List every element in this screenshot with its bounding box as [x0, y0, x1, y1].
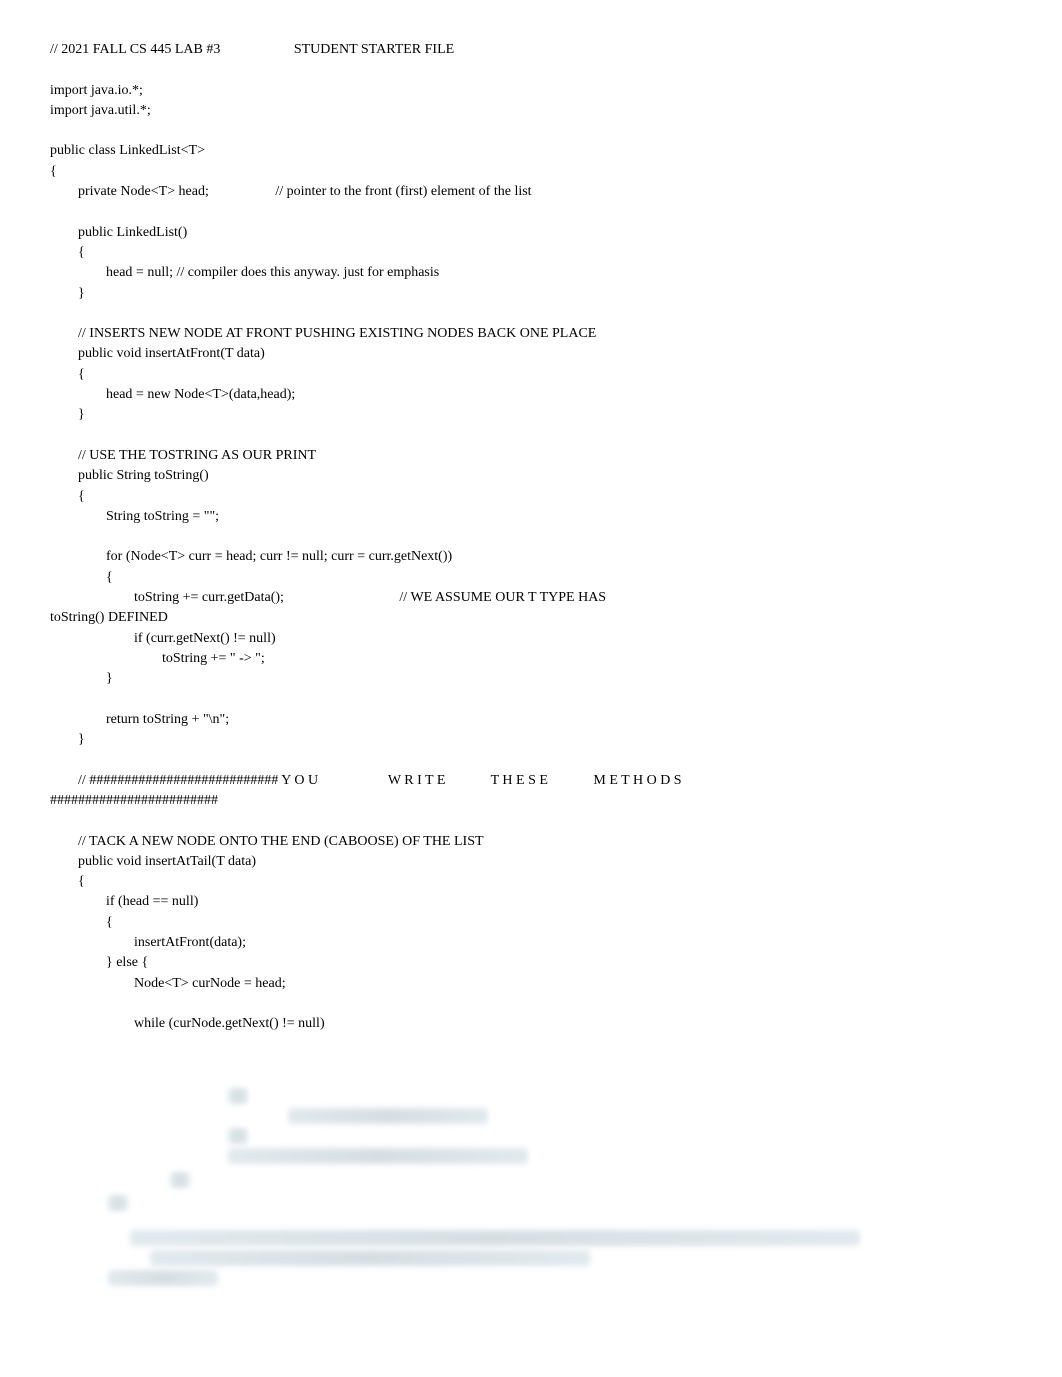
code-line: ######################## [50, 791, 1012, 811]
redacted-region [170, 1172, 190, 1188]
code-line: { [50, 487, 1012, 507]
code-line: // 2021 FALL CS 445 LAB #3 STUDENT START… [50, 40, 1012, 60]
code-line [50, 1055, 1012, 1075]
code-line: String toString = ""; [50, 507, 1012, 527]
code-line: } else { [50, 953, 1012, 973]
code-line [50, 304, 1012, 324]
code-line [50, 121, 1012, 141]
code-line: // TACK A NEW NODE ONTO THE END (CABOOSE… [50, 832, 1012, 852]
code-line: } [50, 669, 1012, 689]
code-line: toString += curr.getData(); // WE ASSUME… [50, 588, 1012, 608]
code-line [50, 1156, 1012, 1176]
code-line: private Node<T> head; // pointer to the … [50, 182, 1012, 202]
code-listing: // 2021 FALL CS 445 LAB #3 STUDENT START… [50, 40, 1012, 1278]
code-line: public class LinkedList<T> [50, 141, 1012, 161]
code-line [50, 426, 1012, 446]
code-line: import java.io.*; [50, 81, 1012, 101]
code-line [50, 750, 1012, 770]
code-line: public void insertAtFront(T data) [50, 344, 1012, 364]
code-line [50, 527, 1012, 547]
code-line [50, 690, 1012, 710]
code-line: head = new Node<T>(data,head); [50, 385, 1012, 405]
code-line: if (head == null) [50, 892, 1012, 912]
code-line [50, 1197, 1012, 1217]
code-line: { [50, 162, 1012, 182]
code-line: } [50, 730, 1012, 750]
code-line: toString += " -> "; [50, 649, 1012, 669]
code-line: Node<T> curNode = head; [50, 974, 1012, 994]
code-line [50, 60, 1012, 80]
code-line: public void insertAtTail(T data) [50, 852, 1012, 872]
redacted-region [108, 1195, 128, 1211]
redacted-region [108, 1270, 218, 1286]
redacted-region [228, 1148, 528, 1164]
code-line: { [50, 872, 1012, 892]
code-line: public LinkedList() [50, 223, 1012, 243]
code-line: } [50, 405, 1012, 425]
code-line [50, 202, 1012, 222]
code-line: for (Node<T> curr = head; curr != null; … [50, 547, 1012, 567]
code-line: if (curr.getNext() != null) [50, 629, 1012, 649]
code-line: { [50, 913, 1012, 933]
code-line [50, 1177, 1012, 1197]
code-line: return toString + "\n"; [50, 710, 1012, 730]
code-line: // USE THE TOSTRING AS OUR PRINT [50, 446, 1012, 466]
code-line: public String toString() [50, 466, 1012, 486]
redacted-region [228, 1088, 248, 1104]
code-line [50, 1136, 1012, 1156]
code-line: // ########################### Y O U W R… [50, 771, 1012, 791]
code-line: { [50, 243, 1012, 263]
code-line [50, 1095, 1012, 1115]
code-line: { [50, 568, 1012, 588]
code-line: import java.util.*; [50, 101, 1012, 121]
code-line: head = null; // compiler does this anywa… [50, 263, 1012, 283]
code-line [50, 1116, 1012, 1136]
code-line: { [50, 365, 1012, 385]
code-line [50, 994, 1012, 1014]
code-line: } [50, 284, 1012, 304]
redacted-region [150, 1250, 590, 1266]
code-line: // INSERTS NEW NODE AT FRONT PUSHING EXI… [50, 324, 1012, 344]
code-line [50, 1075, 1012, 1095]
redacted-region [130, 1230, 860, 1246]
code-line: while (curNode.getNext() != null) [50, 1014, 1012, 1034]
code-line [50, 1035, 1012, 1055]
code-line: insertAtFront(data); [50, 933, 1012, 953]
code-line [50, 811, 1012, 831]
code-line: toString() DEFINED [50, 608, 1012, 628]
redacted-region [228, 1128, 248, 1144]
redacted-region [288, 1108, 488, 1124]
